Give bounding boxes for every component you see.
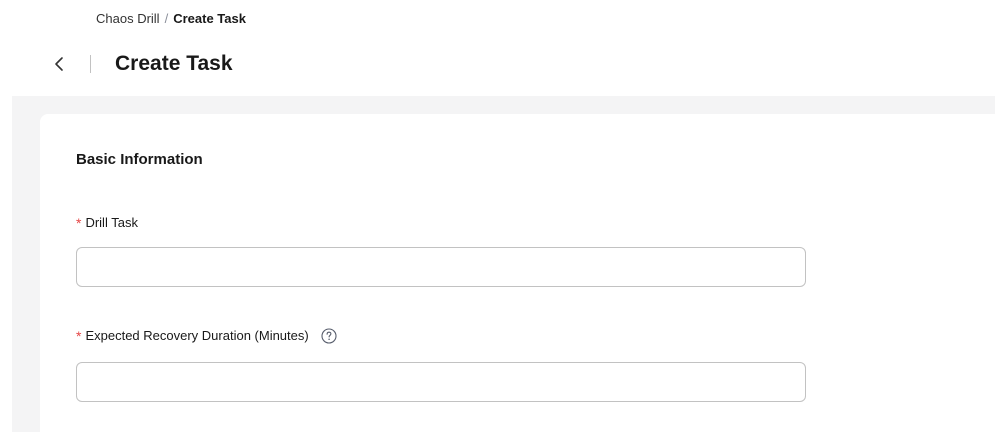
chevron-left-icon: [55, 57, 63, 71]
recovery-duration-input[interactable]: [76, 362, 806, 402]
drill-task-label-text: Drill Task: [85, 215, 138, 230]
page-title: Create Task: [115, 52, 233, 75]
breadcrumb-separator: /: [164, 11, 169, 26]
drill-task-input[interactable]: [76, 247, 806, 287]
breadcrumb-current: Create Task: [173, 11, 246, 26]
recovery-duration-label-text: Expected Recovery Duration (Minutes): [85, 328, 309, 343]
recovery-duration-label: * Expected Recovery Duration (Minutes): [76, 327, 337, 345]
page-header: Create Task: [48, 49, 233, 79]
breadcrumb-chaos-drill[interactable]: Chaos Drill: [96, 11, 160, 26]
breadcrumb: Chaos Drill / Create Task: [96, 10, 246, 28]
section-title: Basic Information: [76, 151, 203, 168]
required-marker: *: [76, 215, 82, 231]
back-button[interactable]: [48, 53, 70, 75]
question-circle-icon[interactable]: [321, 328, 337, 344]
drill-task-label: * Drill Task: [76, 214, 138, 232]
page: Chaos Drill / Create Task Create Task Basi…: [0, 0, 995, 432]
content-area: Basic Information * Drill Task * Expecte…: [12, 96, 995, 432]
basic-information-card: Basic Information * Drill Task * Expecte…: [40, 114, 995, 432]
required-marker: *: [76, 328, 82, 344]
title-divider: [90, 55, 91, 73]
